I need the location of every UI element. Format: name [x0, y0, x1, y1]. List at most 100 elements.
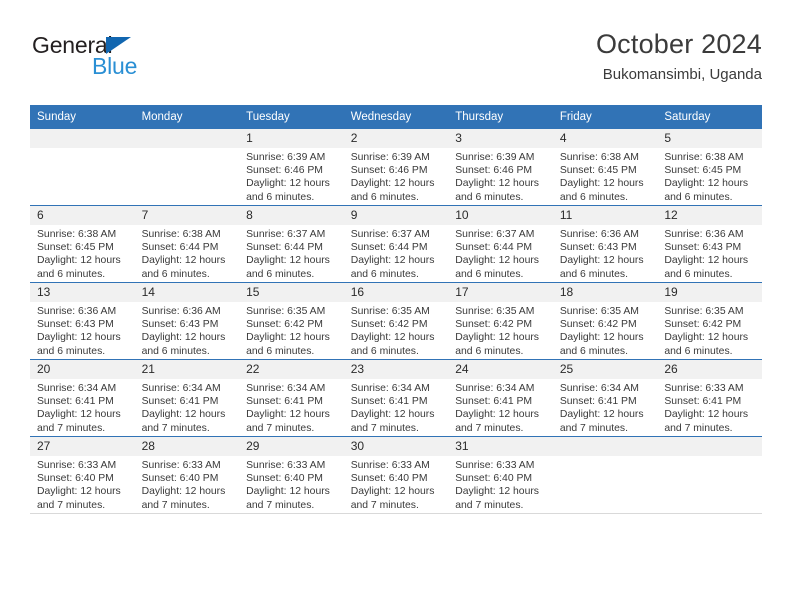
sun-info: Sunrise: 6:34 AM Sunset: 6:41 PM Daylight:…: [30, 379, 135, 435]
calendar-day-cell[interactable]: 24 Sunrise: 6:34 AM Sunset: 6:41 PM Dayligh…: [448, 359, 553, 437]
daylight-text-line1: Daylight: 12 hours: [455, 178, 539, 190]
calendar-day-cell[interactable]: 20 Sunrise: 6:34 AM Sunset: 6:41 PM Dayligh…: [30, 359, 135, 437]
daylight-text-line1: Daylight: 12 hours: [455, 255, 539, 267]
sunrise-text: Sunrise: 6:35 AM: [664, 306, 744, 317]
calendar-day-cell[interactable]: 2 Sunrise: 6:39 AM Sunset: 6:46 PM Daylight…: [343, 129, 449, 206]
day-number: 19: [657, 283, 762, 302]
calendar-day-cell[interactable]: 25 Sunrise: 6:34 AM Sunset: 6:41 PM Dayligh…: [552, 359, 658, 437]
sunset-text: Sunset: 6:42 PM: [664, 319, 742, 331]
day-cell-content: 12 Sunrise: 6:36 AM Sunset: 6:43 PM Dayligh…: [657, 206, 762, 282]
sun-info: Sunrise: 6:35 AM Sunset: 6:42 PM Daylight:…: [239, 302, 344, 358]
sunrise-text: Sunrise: 6:34 AM: [141, 383, 221, 394]
sunrise-text: Sunrise: 6:34 AM: [246, 383, 326, 394]
calendar-day-cell[interactable]: 22 Sunrise: 6:34 AM Sunset: 6:41 PM Dayligh…: [239, 359, 344, 437]
day-cell-content: 31 Sunrise: 6:33 AM Sunset: 6:40 PM Dayligh…: [448, 437, 553, 513]
page-title: October 2024: [595, 29, 762, 59]
calendar-day-cell[interactable]: 28 Sunrise: 6:33 AM Sunset: 6:40 PM Dayligh…: [134, 436, 240, 514]
daylight-text-line2: and 6 minutes.: [559, 345, 628, 357]
day-number: 18: [552, 283, 658, 302]
daylight-text-line2: and 6 minutes.: [37, 268, 106, 280]
sunset-text: Sunset: 6:41 PM: [455, 396, 533, 408]
calendar-day-cell[interactable]: 26 Sunrise: 6:33 AM Sunset: 6:41 PM Dayligh…: [657, 359, 762, 437]
day-number: 24: [448, 360, 553, 379]
weekday-header-friday: Friday: [552, 105, 658, 129]
calendar-day-cell[interactable]: 16 Sunrise: 6:35 AM Sunset: 6:42 PM Dayligh…: [343, 282, 449, 360]
daylight-text-line1: Daylight: 12 hours: [141, 486, 226, 498]
sunrise-text: Sunrise: 6:33 AM: [246, 460, 326, 471]
calendar-week-row: 1 Sunrise: 6:39 AM Sunset: 6:46 PM Daylight…: [30, 129, 762, 206]
sunrise-text: Sunrise: 6:38 AM: [559, 152, 639, 163]
weekday-header-wednesday: Wednesday: [343, 105, 449, 129]
sun-info: Sunrise: 6:33 AM Sunset: 6:41 PM Daylight:…: [657, 379, 762, 435]
sunset-text: Sunset: 6:44 PM: [246, 242, 323, 254]
calendar-day-cell[interactable]: 13 Sunrise: 6:36 AM Sunset: 6:43 PM Dayligh…: [30, 282, 135, 360]
sunset-text: Sunset: 6:46 PM: [455, 165, 533, 177]
calendar-day-cell[interactable]: 23 Sunrise: 6:34 AM Sunset: 6:41 PM Dayligh…: [343, 359, 449, 437]
sunset-text: Sunset: 6:44 PM: [350, 242, 428, 254]
sunset-text: Sunset: 6:41 PM: [246, 396, 323, 408]
day-number: 3: [448, 129, 553, 148]
day-number: 4: [552, 129, 658, 148]
calendar-day-cell[interactable]: 31 Sunrise: 6:33 AM Sunset: 6:40 PM Dayligh…: [448, 436, 553, 514]
calendar-day-cell[interactable]: 30 Sunrise: 6:33 AM Sunset: 6:40 PM Dayligh…: [343, 436, 449, 514]
sunrise-text: Sunrise: 6:36 AM: [559, 229, 639, 240]
day-number: 6: [30, 206, 135, 225]
daylight-text-line1: Daylight: 12 hours: [350, 409, 435, 421]
daylight-text-line1: Daylight: 12 hours: [664, 178, 749, 190]
day-number: 25: [552, 360, 658, 379]
day-number: 16: [343, 283, 449, 302]
calendar-day-cell[interactable]: 7 Sunrise: 6:38 AM Sunset: 6:44 PM Daylight…: [134, 205, 240, 283]
calendar-day-cell[interactable]: 21 Sunrise: 6:34 AM Sunset: 6:41 PM Dayligh…: [134, 359, 240, 437]
sunrise-text: Sunrise: 6:33 AM: [664, 383, 744, 394]
sunset-text: Sunset: 6:42 PM: [455, 319, 533, 331]
weekday-header-row: Sunday Monday Tuesday Wednesday Thursday…: [30, 105, 762, 129]
calendar-day-cell[interactable]: 9 Sunrise: 6:37 AM Sunset: 6:44 PM Daylight…: [343, 205, 449, 283]
calendar-day-cell[interactable]: 10 Sunrise: 6:37 AM Sunset: 6:44 PM Dayligh…: [448, 205, 553, 283]
calendar-day-cell[interactable]: 29 Sunrise: 6:33 AM Sunset: 6:40 PM Dayligh…: [239, 436, 344, 514]
sun-info: Sunrise: 6:34 AM Sunset: 6:41 PM Daylight:…: [239, 379, 344, 435]
calendar-day-cell[interactable]: 3 Sunrise: 6:39 AM Sunset: 6:46 PM Daylight…: [448, 129, 553, 206]
daylight-text-line1: Daylight: 12 hours: [559, 409, 644, 421]
calendar-day-cell[interactable]: 1 Sunrise: 6:39 AM Sunset: 6:46 PM Daylight…: [239, 129, 344, 206]
daylight-text-line2: and 6 minutes.: [455, 191, 524, 203]
daylight-text-line1: Daylight: 12 hours: [246, 332, 330, 344]
calendar-day-cell[interactable]: 11 Sunrise: 6:36 AM Sunset: 6:43 PM Dayligh…: [552, 205, 658, 283]
day-cell-content: 4 Sunrise: 6:38 AM Sunset: 6:45 PM Daylight…: [552, 129, 658, 205]
calendar-day-cell[interactable]: 5 Sunrise: 6:38 AM Sunset: 6:45 PM Daylight…: [657, 129, 762, 206]
sunrise-text: Sunrise: 6:33 AM: [37, 460, 117, 471]
day-number: 23: [343, 360, 449, 379]
daylight-text-line1: Daylight: 12 hours: [141, 255, 226, 267]
calendar-day-cell[interactable]: 19 Sunrise: 6:35 AM Sunset: 6:42 PM Dayligh…: [657, 282, 762, 360]
daylight-text-line1: Daylight: 12 hours: [246, 486, 330, 498]
sun-info: Sunrise: 6:36 AM Sunset: 6:43 PM Daylight:…: [30, 302, 135, 358]
calendar-day-cell[interactable]: 4 Sunrise: 6:38 AM Sunset: 6:45 PM Daylight…: [552, 129, 658, 206]
sun-info: Sunrise: 6:33 AM Sunset: 6:40 PM Daylight:…: [135, 456, 240, 512]
weekday-header-thursday: Thursday: [448, 105, 553, 129]
sunset-text: Sunset: 6:43 PM: [141, 319, 219, 331]
day-cell-content: 19 Sunrise: 6:35 AM Sunset: 6:42 PM Dayligh…: [657, 283, 762, 359]
weekday-header-sunday: Sunday: [30, 105, 135, 129]
calendar-day-cell[interactable]: 8 Sunrise: 6:37 AM Sunset: 6:44 PM Daylight…: [239, 205, 344, 283]
sun-info: Sunrise: 6:37 AM Sunset: 6:44 PM Daylight:…: [344, 225, 449, 281]
daylight-text-line2: and 7 minutes.: [350, 499, 419, 511]
sunset-text: Sunset: 6:40 PM: [37, 473, 114, 485]
sun-info: Sunrise: 6:39 AM Sunset: 6:46 PM Daylight:…: [239, 148, 344, 204]
calendar-day-cell[interactable]: 18 Sunrise: 6:35 AM Sunset: 6:42 PM Dayligh…: [552, 282, 658, 360]
calendar-page: General Blue October 2024 Bukomansimbi, …: [0, 0, 792, 612]
daylight-text-line1: Daylight: 12 hours: [664, 409, 749, 421]
day-cell-content: 20 Sunrise: 6:34 AM Sunset: 6:41 PM Dayligh…: [30, 360, 135, 436]
brand-logo[interactable]: General Blue: [32, 32, 252, 88]
daylight-text-line2: and 7 minutes.: [37, 499, 106, 511]
sunset-text: Sunset: 6:46 PM: [350, 165, 428, 177]
calendar-day-cell[interactable]: 14 Sunrise: 6:36 AM Sunset: 6:43 PM Dayligh…: [134, 282, 240, 360]
sun-info: Sunrise: 6:39 AM Sunset: 6:46 PM Daylight:…: [448, 148, 553, 204]
daylight-text-line1: Daylight: 12 hours: [141, 409, 226, 421]
day-number: 20: [30, 360, 135, 379]
daylight-text-line1: Daylight: 12 hours: [559, 332, 644, 344]
day-number: 28: [134, 437, 240, 456]
calendar-day-cell[interactable]: 6 Sunrise: 6:38 AM Sunset: 6:45 PM Daylight…: [30, 205, 135, 283]
calendar-day-cell[interactable]: 17 Sunrise: 6:35 AM Sunset: 6:42 PM Dayligh…: [448, 282, 553, 360]
calendar-day-cell[interactable]: 27 Sunrise: 6:33 AM Sunset: 6:40 PM Dayligh…: [30, 436, 135, 514]
calendar-day-cell[interactable]: 15 Sunrise: 6:35 AM Sunset: 6:42 PM Dayligh…: [239, 282, 344, 360]
calendar-day-cell[interactable]: 12 Sunrise: 6:36 AM Sunset: 6:43 PM Dayligh…: [657, 205, 762, 283]
